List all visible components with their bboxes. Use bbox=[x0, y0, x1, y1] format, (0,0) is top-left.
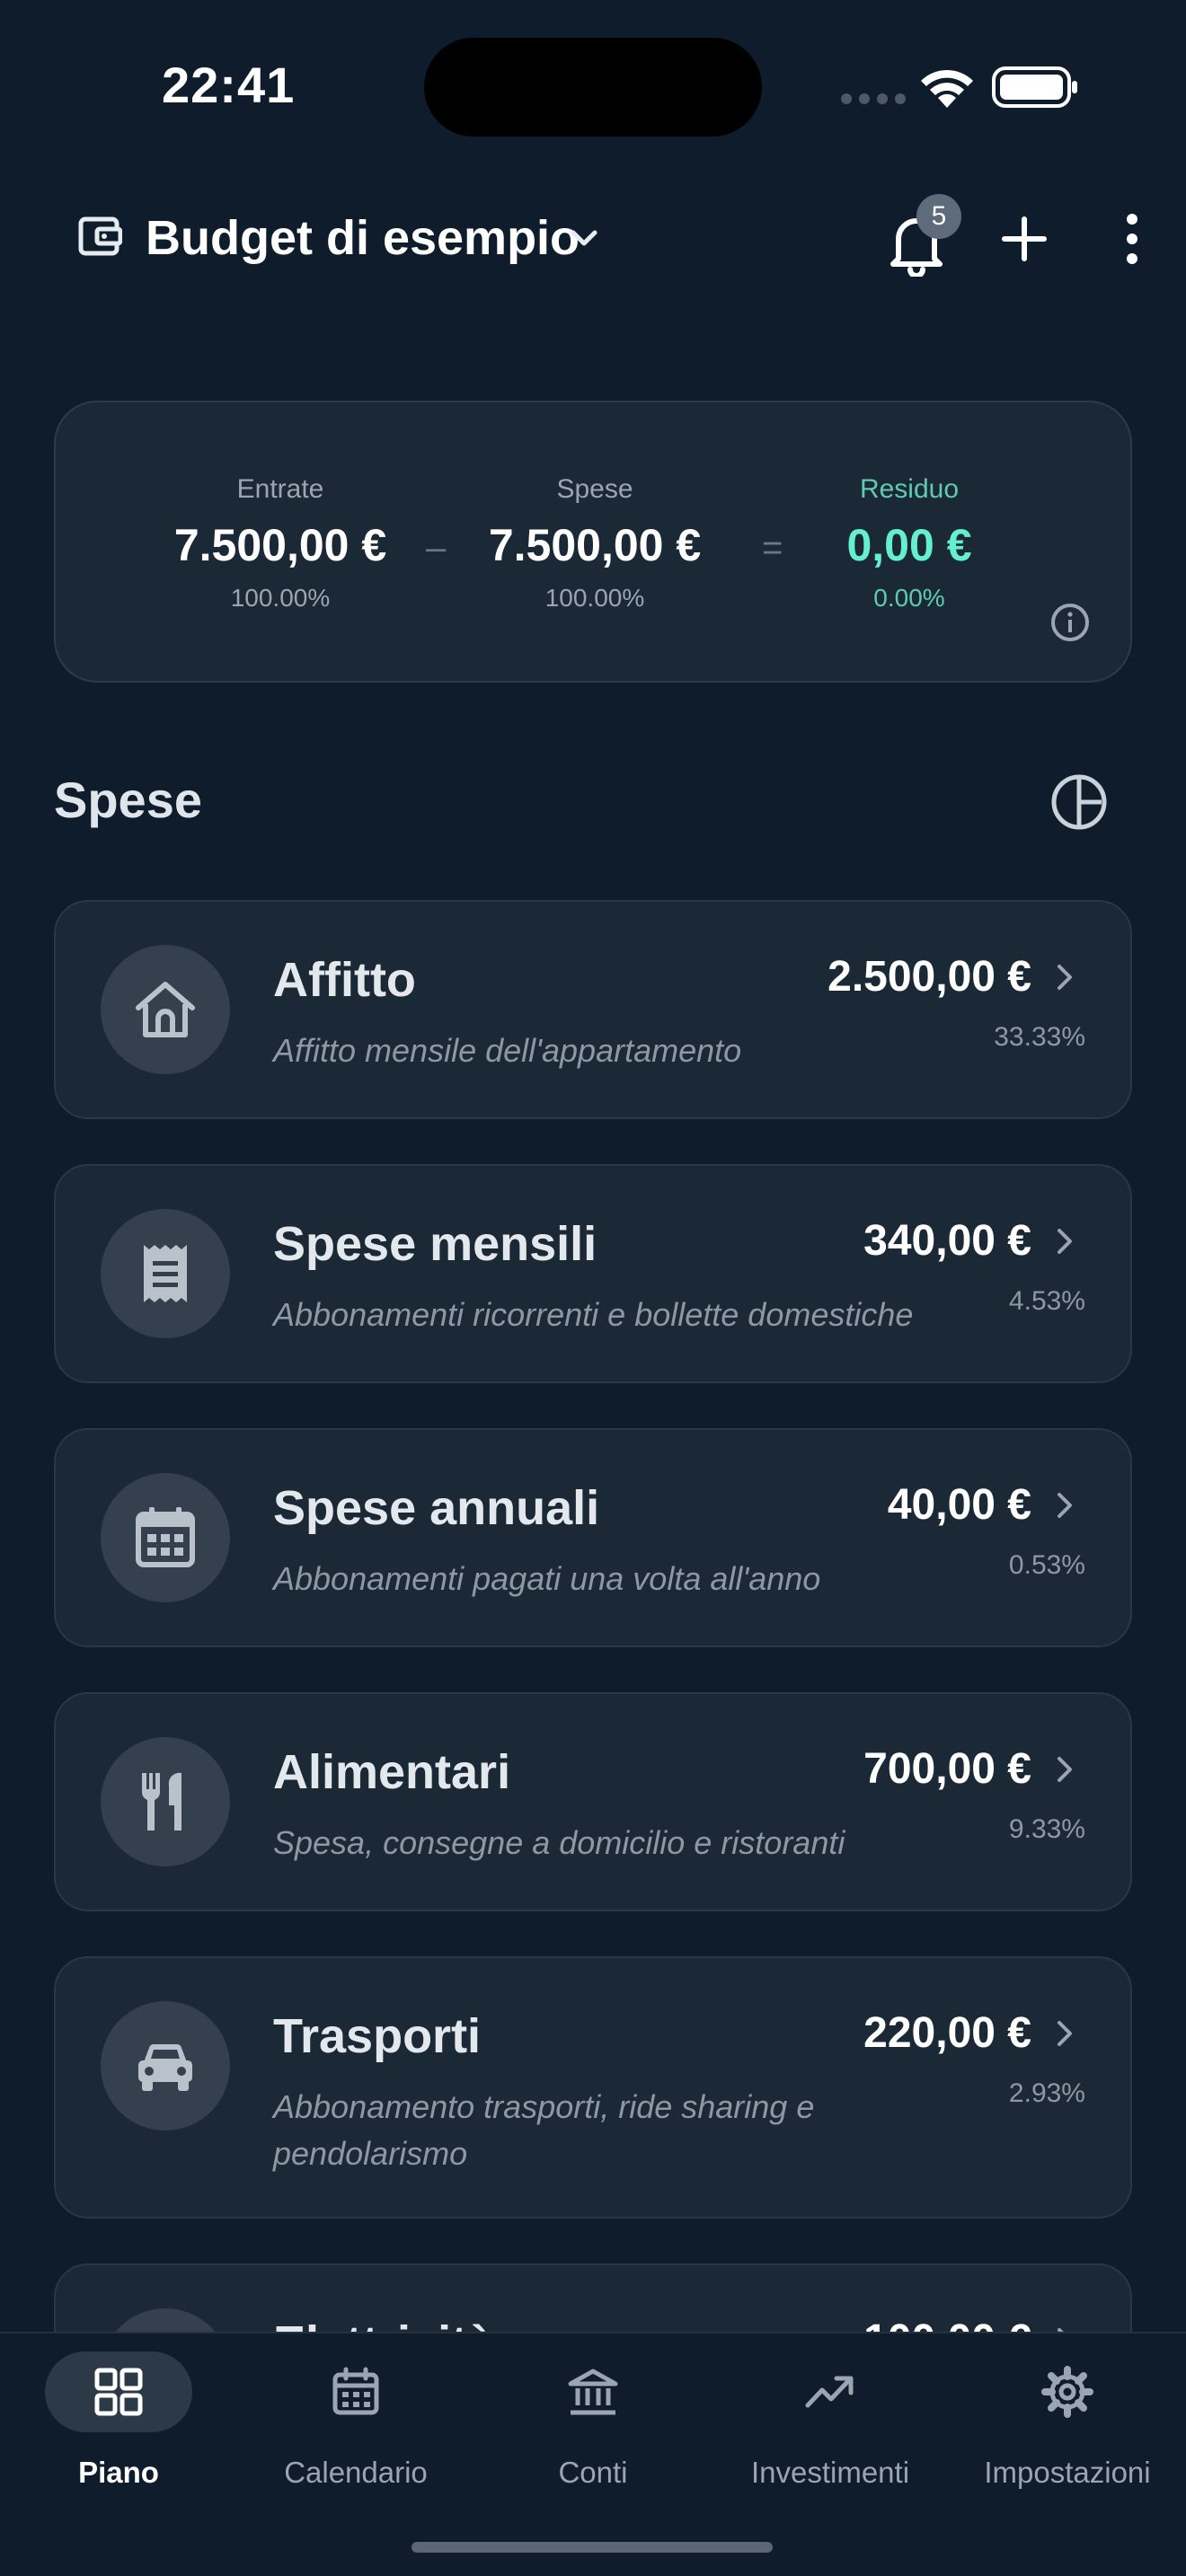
remaining-summary: Residuo 0,00 € 0.00% bbox=[774, 474, 1044, 613]
wallet-icon bbox=[78, 216, 122, 256]
nav-item-impostazioni[interactable]: Impostazioni bbox=[949, 2333, 1186, 2513]
wifi-icon bbox=[921, 69, 973, 108]
chevron-right-icon bbox=[1058, 2021, 1072, 2046]
nav-item-calendario[interactable]: Calendario bbox=[237, 2333, 474, 2513]
bottom-navigation-bar: Piano Calendario Conti Investimenti Impo… bbox=[0, 2332, 1186, 2576]
category-name: Trasporti bbox=[273, 2009, 482, 2063]
pie-chart-icon[interactable] bbox=[1049, 772, 1109, 832]
expenses-section-title: Spese bbox=[54, 772, 202, 828]
budget-selector-title[interactable]: Budget di esempio bbox=[146, 210, 580, 266]
category-amount: 700,00 € bbox=[863, 1745, 1031, 1793]
calendar-icon bbox=[332, 2367, 379, 2415]
nav-item-piano[interactable]: Piano bbox=[0, 2333, 237, 2513]
category-icon-circle bbox=[101, 1473, 230, 1602]
income-percent: 100.00% bbox=[230, 584, 331, 612]
status-time: 22:41 bbox=[162, 57, 296, 113]
expenses-summary: Spese 7.500,00 € 100.00% bbox=[460, 474, 730, 613]
category-percent: 33.33% bbox=[994, 1022, 1085, 1052]
battery-icon bbox=[992, 66, 1077, 108]
bank-icon bbox=[568, 2369, 618, 2415]
info-icon[interactable] bbox=[1049, 602, 1091, 643]
category-name: Affitto bbox=[273, 953, 416, 1007]
category-amount: 40,00 € bbox=[887, 1481, 1031, 1529]
home-indicator[interactable] bbox=[412, 2542, 773, 2553]
minus-sign: – bbox=[426, 528, 447, 568]
notification-count-badge: 5 bbox=[916, 194, 961, 239]
trending-up-icon bbox=[805, 2376, 854, 2408]
category-icon-circle bbox=[101, 1209, 230, 1338]
category-card-alimentari[interactable]: Alimentari Spesa, consegne a domicilio e… bbox=[54, 1692, 1132, 1911]
chevron-right-icon bbox=[1058, 1757, 1072, 1782]
remaining-percent: 0.00% bbox=[873, 584, 945, 612]
category-amount: 340,00 € bbox=[863, 1217, 1031, 1265]
nav-label: Piano bbox=[78, 2456, 159, 2489]
more-options-icon[interactable] bbox=[1111, 210, 1154, 268]
category-card-affitto[interactable]: Affitto Affitto mensile dell'appartament… bbox=[54, 900, 1132, 1119]
expenses-value: 7.500,00 € bbox=[488, 520, 702, 570]
category-icon-circle bbox=[101, 945, 230, 1074]
category-percent: 0.53% bbox=[1008, 1550, 1085, 1580]
car-icon bbox=[138, 2043, 192, 2091]
dynamic-island bbox=[424, 38, 762, 137]
chevron-right-icon bbox=[1058, 1493, 1072, 1518]
add-icon[interactable] bbox=[999, 214, 1049, 264]
fork-knife-icon bbox=[142, 1772, 181, 1831]
category-icon-circle bbox=[101, 1737, 230, 1866]
category-description: Affitto mensile dell'appartamento bbox=[273, 1032, 742, 1069]
income-value: 7.500,00 € bbox=[173, 520, 387, 570]
category-card-trasporti[interactable]: Trasporti Abbonamento trasporti, ride sh… bbox=[54, 1956, 1132, 2219]
category-icon-circle bbox=[101, 2001, 230, 2130]
category-description: Abbonamenti pagati una volta all'anno bbox=[273, 1560, 821, 1597]
category-amount: 220,00 € bbox=[863, 2009, 1031, 2057]
category-amount: 2.500,00 € bbox=[828, 953, 1031, 1001]
receipt-icon bbox=[144, 1245, 187, 1302]
category-card-spese-mensili[interactable]: Spese mensili Abbonamenti ricorrenti e b… bbox=[54, 1164, 1132, 1383]
category-name: Spese mensili bbox=[273, 1217, 597, 1271]
remaining-label: Residuo bbox=[859, 474, 960, 504]
home-icon bbox=[136, 982, 195, 1037]
budget-summary-card: Entrate 7.500,00 € 100.00% – Spese 7.500… bbox=[54, 401, 1132, 683]
nav-label: Impostazioni bbox=[984, 2456, 1151, 2489]
nav-item-conti[interactable]: Conti bbox=[474, 2333, 712, 2513]
expenses-percent: 100.00% bbox=[544, 584, 645, 612]
app-screen: 22:41 Budget di esempio 5 Entrate 7.500,… bbox=[0, 0, 1186, 2576]
gear-icon bbox=[1041, 2366, 1093, 2418]
expenses-label: Spese bbox=[556, 474, 633, 504]
top-app-bar: Budget di esempio 5 bbox=[0, 189, 1186, 287]
category-description: Abbonamento trasporti, ride sharing e pe… bbox=[273, 2088, 815, 2172]
income-summary: Entrate 7.500,00 € 100.00% bbox=[146, 474, 415, 613]
nav-label: Calendario bbox=[284, 2456, 428, 2489]
nav-label: Investimenti bbox=[750, 2456, 910, 2489]
calendar-grid-icon bbox=[136, 1507, 195, 1567]
category-percent: 2.93% bbox=[1008, 2078, 1085, 2108]
nav-label: Conti bbox=[558, 2456, 628, 2489]
category-description: Abbonamenti ricorrenti e bollette domest… bbox=[273, 1296, 914, 1333]
grid-icon bbox=[94, 2368, 143, 2416]
cellular-signal-icon bbox=[841, 93, 906, 104]
chevron-down-icon[interactable] bbox=[566, 221, 602, 257]
nav-item-investimenti[interactable]: Investimenti bbox=[712, 2333, 949, 2513]
income-label: Entrate bbox=[236, 474, 324, 504]
chevron-right-icon bbox=[1058, 965, 1072, 990]
category-percent: 4.53% bbox=[1008, 1286, 1085, 1316]
category-card-spese-annuali[interactable]: Spese annuali Abbonamenti pagati una vol… bbox=[54, 1428, 1132, 1647]
category-description: Spesa, consegne a domicilio e ristoranti bbox=[273, 1824, 845, 1861]
chevron-right-icon bbox=[1058, 1229, 1072, 1254]
category-name: Spese annuali bbox=[273, 1481, 600, 1535]
category-percent: 9.33% bbox=[1008, 1814, 1085, 1844]
category-name: Alimentari bbox=[273, 1745, 511, 1799]
remaining-value: 0,00 € bbox=[846, 520, 972, 570]
